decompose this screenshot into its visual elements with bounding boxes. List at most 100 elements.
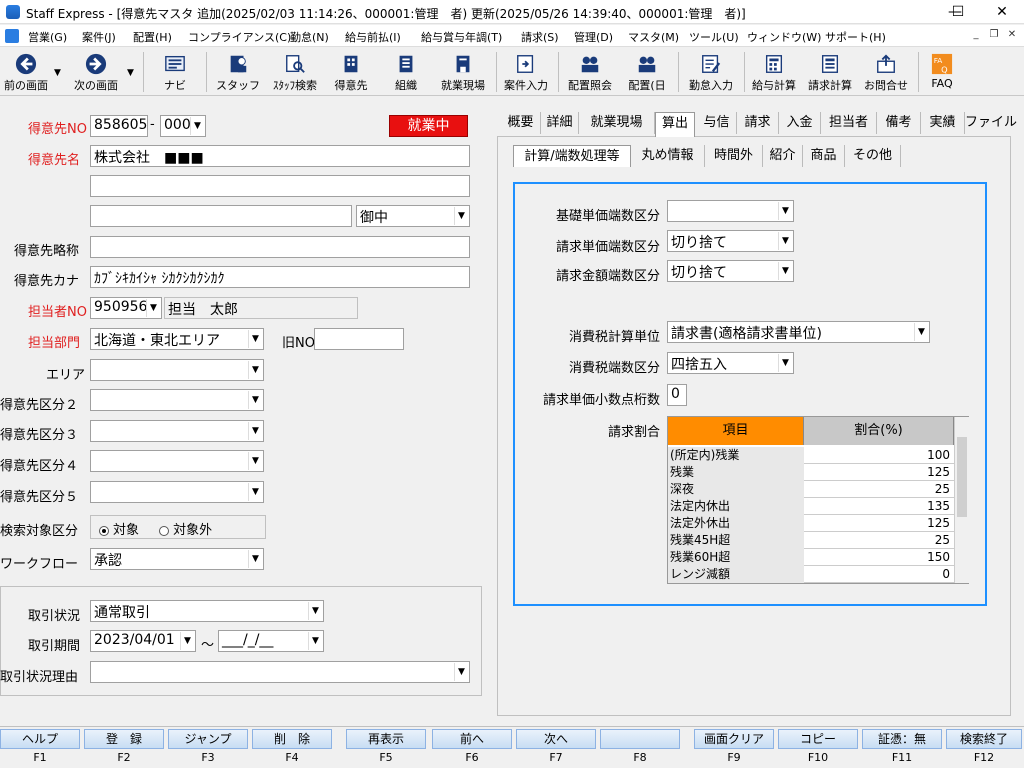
- staff-button[interactable]: スタッフ: [214, 50, 262, 94]
- tab-notes[interactable]: 備考: [877, 112, 921, 134]
- f10-copy-button[interactable]: コピー: [778, 729, 858, 749]
- f12-exit-search-button[interactable]: 検索終了: [946, 729, 1022, 749]
- forward-dropdown-icon[interactable]: ▼: [127, 68, 134, 78]
- forward-button[interactable]: 次の画面: [68, 50, 124, 94]
- subtab-products[interactable]: 商品: [803, 145, 845, 167]
- billing-button[interactable]: 請求計算: [804, 50, 856, 94]
- menu-attendance[interactable]: 勤怠(N): [290, 29, 329, 45]
- customer-branch-select[interactable]: 000 ▼: [160, 115, 206, 137]
- faq-button[interactable]: FA Q FAQ: [924, 50, 960, 94]
- back-button[interactable]: 前の画面: [0, 50, 52, 94]
- navi-button[interactable]: ナビ: [152, 50, 198, 94]
- f9-clear-button[interactable]: 画面クリア: [694, 729, 774, 749]
- maximize-button[interactable]: ☐: [936, 0, 980, 24]
- honorific-select[interactable]: 御中 ▼: [356, 205, 470, 227]
- attendance-input-button[interactable]: 勤怠入力: [684, 50, 738, 94]
- tab-billing[interactable]: 請求: [737, 112, 779, 134]
- base-rounding-select[interactable]: ▼: [667, 200, 794, 222]
- trade-start-date[interactable]: 2023/04/01 ▼: [90, 630, 196, 652]
- mdi-minimize-button[interactable]: _: [968, 29, 984, 43]
- tab-files[interactable]: ファイル: [965, 112, 1017, 134]
- menu-advance-pay[interactable]: 給与前払(I): [345, 29, 401, 45]
- customer-no-field[interactable]: 858605: [90, 115, 148, 137]
- subtab-rounding-info[interactable]: 丸め情報: [631, 145, 705, 167]
- tab-details[interactable]: 詳細: [541, 112, 579, 134]
- search-target-on-radio[interactable]: 対象: [99, 523, 139, 538]
- menu-master[interactable]: マスタ(M): [628, 29, 679, 45]
- short-name-field[interactable]: [90, 236, 470, 258]
- grid-scrollbar-thumb[interactable]: [957, 437, 967, 517]
- case-input-button[interactable]: 案件入力: [500, 50, 552, 94]
- customer-name2-field[interactable]: [90, 175, 470, 197]
- workflow-select[interactable]: 承認 ▼: [90, 548, 264, 570]
- subtab-other[interactable]: その他: [845, 145, 901, 167]
- menu-case[interactable]: 案件(J): [82, 29, 116, 45]
- table-row[interactable]: レンジ減額 0: [668, 566, 954, 583]
- menu-admin[interactable]: 管理(D): [574, 29, 613, 45]
- tab-calculation[interactable]: 算出: [655, 112, 695, 137]
- table-row[interactable]: 残業45H超 25: [668, 532, 954, 549]
- old-no-field[interactable]: [314, 328, 404, 350]
- subtab-calc-rounding[interactable]: 計算/端数処理等: [513, 145, 631, 167]
- f4-delete-button[interactable]: 削 除: [252, 729, 332, 749]
- decimal-field[interactable]: 0: [667, 384, 687, 406]
- customer-name-field[interactable]: 株式会社 ■■■: [90, 145, 470, 167]
- menu-window[interactable]: ウィンドウ(W): [747, 29, 821, 45]
- close-button[interactable]: ✕: [980, 0, 1024, 24]
- menu-compliance[interactable]: コンプライアンス(C): [188, 29, 291, 45]
- f2-register-button[interactable]: 登 録: [84, 729, 164, 749]
- table-row[interactable]: (所定内)残業 100: [668, 447, 954, 464]
- menu-support[interactable]: サポート(H): [825, 29, 886, 45]
- customer-name3-field[interactable]: [90, 205, 352, 227]
- bill-amount-rounding-select[interactable]: 切り捨て ▼: [667, 260, 794, 282]
- cat3-select[interactable]: ▼: [90, 420, 264, 442]
- trade-reason-select[interactable]: ▼: [90, 661, 470, 683]
- grid-header-ratio[interactable]: 割合(%): [804, 417, 954, 445]
- area-select[interactable]: ▼: [90, 359, 264, 381]
- table-row[interactable]: 残業 125: [668, 464, 954, 481]
- table-row[interactable]: 法定内休出 135: [668, 498, 954, 515]
- organization-button[interactable]: 組織: [384, 50, 428, 94]
- f6-prev-button[interactable]: 前へ: [432, 729, 512, 749]
- menu-assignment[interactable]: 配置(H): [133, 29, 172, 45]
- assignment-inquiry-button[interactable]: 配置照会: [562, 50, 618, 94]
- assignment-day-button[interactable]: 配置(日: [622, 50, 672, 94]
- trade-end-date[interactable]: ___/_/__ ▼: [218, 630, 324, 652]
- menu-sales[interactable]: 営業(G): [28, 29, 67, 45]
- tab-overview[interactable]: 概要: [501, 112, 541, 134]
- back-dropdown-icon[interactable]: ▼: [54, 68, 61, 78]
- f11-evidence-button[interactable]: 証憑：無: [862, 729, 942, 749]
- tab-worksite[interactable]: 就業現場: [579, 112, 655, 134]
- tab-results[interactable]: 実績: [921, 112, 965, 134]
- inquiry-button[interactable]: お問合せ: [860, 50, 912, 94]
- tax-unit-select[interactable]: 請求書(適格請求書単位) ▼: [667, 321, 930, 343]
- f3-jump-button[interactable]: ジャンプ: [168, 729, 248, 749]
- table-row[interactable]: 法定外休出 125: [668, 515, 954, 532]
- dept-select[interactable]: 北海道・東北エリア ▼: [90, 328, 264, 350]
- tab-credit[interactable]: 与信: [697, 112, 737, 134]
- f5-refresh-button[interactable]: 再表示: [346, 729, 426, 749]
- f1-help-button[interactable]: ヘルプ: [0, 729, 80, 749]
- worksite-button[interactable]: 就業現場: [436, 50, 490, 94]
- search-target-off-radio[interactable]: 対象外: [159, 523, 212, 538]
- subtab-referral[interactable]: 紹介: [763, 145, 803, 167]
- table-row[interactable]: 深夜 25: [668, 481, 954, 498]
- cat2-select[interactable]: ▼: [90, 389, 264, 411]
- mdi-close-button[interactable]: ✕: [1004, 29, 1020, 43]
- mdi-restore-button[interactable]: ❐: [986, 29, 1002, 43]
- f7-next-button[interactable]: 次へ: [516, 729, 596, 749]
- bill-unit-rounding-select[interactable]: 切り捨て ▼: [667, 230, 794, 252]
- grid-header-item[interactable]: 項目: [668, 417, 804, 445]
- subtab-overtime[interactable]: 時間外: [705, 145, 763, 167]
- f8-button[interactable]: [600, 729, 680, 749]
- table-row[interactable]: 残業60H超 150: [668, 549, 954, 566]
- menu-tools[interactable]: ツール(U): [689, 29, 739, 45]
- menu-billing[interactable]: 請求(S): [521, 29, 559, 45]
- cat4-select[interactable]: ▼: [90, 450, 264, 472]
- staff-no-select[interactable]: 950956 ▼: [90, 297, 162, 319]
- cat5-select[interactable]: ▼: [90, 481, 264, 503]
- staff-search-button[interactable]: ｽﾀｯﾌ検索: [266, 50, 324, 94]
- tab-person-in-charge[interactable]: 担当者: [821, 112, 877, 134]
- customer-button[interactable]: 得意先: [328, 50, 374, 94]
- tab-payment[interactable]: 入金: [779, 112, 821, 134]
